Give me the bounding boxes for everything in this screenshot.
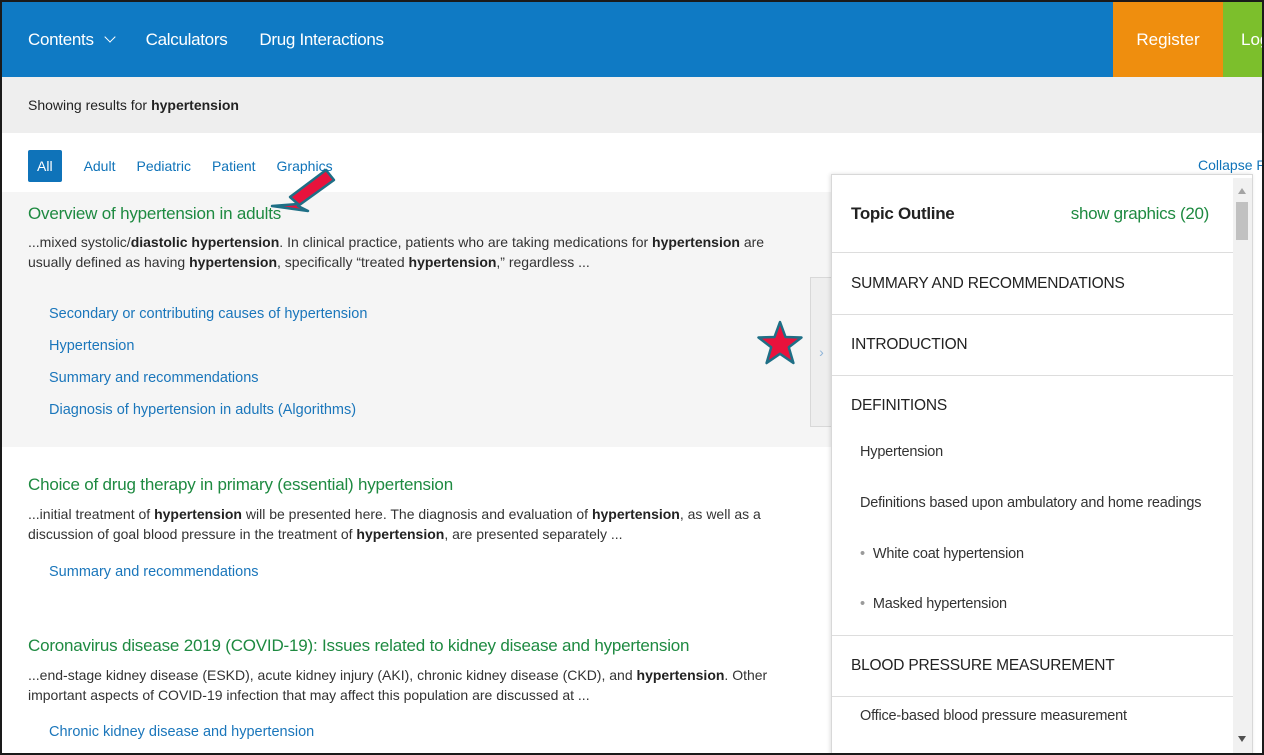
snippet-highlight: diastolic hypertension	[130, 234, 280, 250]
outline-subitem-label: Masked hypertension	[872, 596, 1007, 612]
red-arrow-icon	[270, 168, 336, 213]
result-sublink[interactable]: Hypertension	[49, 338, 134, 354]
outline-subitem-label: White coat hypertension	[872, 546, 1024, 562]
topic-outline-panel: Topic Outline show graphics (20) SUMMARY…	[831, 174, 1253, 753]
nav-contents-label: Contents	[28, 29, 94, 49]
snippet-text: ...initial treatment of	[28, 506, 155, 522]
nav-drug-interactions[interactable]: Drug Interactions	[259, 30, 384, 50]
snippet-highlight: hypertension	[154, 506, 242, 522]
search-summary-prefix: Showing results for	[28, 97, 148, 113]
nav-contents[interactable]: Contents	[28, 29, 116, 50]
outline-subitem[interactable]: Office-based blood pressure measurement	[860, 708, 1127, 724]
top-nav: Contents Calculators Drug Interactions R…	[2, 2, 1262, 77]
register-button[interactable]: Register	[1113, 2, 1223, 77]
search-result: Choice of drug therapy in primary (essen…	[2, 472, 832, 592]
outline-header: Topic Outline show graphics (20)	[832, 175, 1237, 253]
scroll-up-arrow-icon[interactable]	[1238, 188, 1246, 194]
result-sublink[interactable]: Summary and recommendations	[49, 370, 259, 386]
tab-all[interactable]: All	[28, 150, 62, 182]
outline-title: Topic Outline	[851, 203, 955, 223]
result-sublink[interactable]: Secondary or contributing causes of hype…	[49, 306, 367, 322]
snippet-text: , specifically “treated	[277, 254, 409, 270]
chevron-down-icon	[103, 31, 116, 43]
show-graphics-link[interactable]: show graphics (20)	[1071, 204, 1210, 224]
red-star-icon	[757, 320, 803, 365]
snippet-highlight: hypertension	[189, 254, 278, 270]
snippet-text: . In clinical practice, patients who are…	[279, 234, 653, 250]
snippet-text: ,” regardless ...	[496, 254, 590, 270]
result-snippet: ...mixed systolic/diastolic hypertension…	[28, 232, 808, 272]
scroll-thumb[interactable]	[1236, 202, 1248, 240]
outline-section[interactable]: INTRODUCTION	[832, 315, 1237, 376]
tab-pediatric[interactable]: Pediatric	[136, 158, 190, 174]
bullet-icon: •	[860, 546, 865, 562]
result-title[interactable]: Choice of drug therapy in primary (essen…	[28, 475, 453, 495]
snippet-highlight: hypertension	[356, 526, 445, 542]
result-title[interactable]: Coronavirus disease 2019 (COVID-19): Iss…	[28, 636, 689, 656]
outline-section[interactable]: BLOOD PRESSURE MEASUREMENT	[832, 635, 1237, 697]
outline-section[interactable]: DEFINITIONS	[832, 376, 1237, 436]
outline-subitem[interactable]: • Masked hypertension	[860, 596, 1007, 612]
result-title[interactable]: Overview of hypertension in adults	[28, 204, 281, 224]
snippet-highlight: hypertension	[636, 667, 725, 683]
search-query: hypertension	[151, 97, 239, 113]
snippet-highlight: hypertension	[652, 234, 740, 250]
scroll-down-arrow-icon[interactable]	[1238, 736, 1246, 742]
nav-calculators[interactable]: Calculators	[146, 30, 228, 50]
outline-subitem[interactable]: Hypertension	[860, 444, 943, 460]
outline-toggle-handle[interactable]: ›	[810, 277, 832, 427]
snippet-text: ...mixed systolic/	[28, 234, 131, 250]
snippet-text: will be presented here. The diagnosis an…	[241, 506, 592, 522]
snippet-highlight: hypertension	[591, 506, 680, 522]
chevron-right-icon: ›	[819, 344, 824, 360]
outline-subitem[interactable]: • White coat hypertension	[860, 546, 1024, 562]
result-snippet: ...end-stage kidney disease (ESKD), acut…	[28, 665, 808, 705]
collapse-results-link[interactable]: Collapse Re	[1198, 157, 1262, 173]
outline-scrollbar[interactable]	[1233, 178, 1252, 753]
bullet-icon: •	[860, 596, 865, 612]
search-summary-bar: Showing results for hypertension	[2, 77, 1262, 133]
result-sublink[interactable]: Chronic kidney disease and hypertension	[49, 724, 314, 740]
snippet-text: , are presented separately ...	[444, 526, 623, 542]
tab-adult[interactable]: Adult	[84, 158, 116, 174]
app-frame: Contents Calculators Drug Interactions R…	[0, 0, 1264, 755]
snippet-text: ...end-stage kidney disease (ESKD), acut…	[28, 667, 637, 683]
search-result: Coronavirus disease 2019 (COVID-19): Iss…	[2, 634, 832, 753]
result-sublink[interactable]: Summary and recommendations	[49, 564, 259, 580]
outline-section[interactable]: SUMMARY AND RECOMMENDATIONS	[832, 253, 1237, 315]
login-button[interactable]: Log	[1223, 2, 1262, 77]
tab-patient[interactable]: Patient	[212, 158, 256, 174]
search-result: Overview of hypertension in adults ...mi…	[2, 192, 832, 447]
result-sublink[interactable]: Diagnosis of hypertension in adults (Alg…	[49, 402, 356, 418]
result-snippet: ...initial treatment of hypertension wil…	[28, 504, 808, 544]
snippet-highlight: hypertension	[408, 254, 497, 270]
outline-subitem[interactable]: Definitions based upon ambulatory and ho…	[860, 495, 1201, 511]
